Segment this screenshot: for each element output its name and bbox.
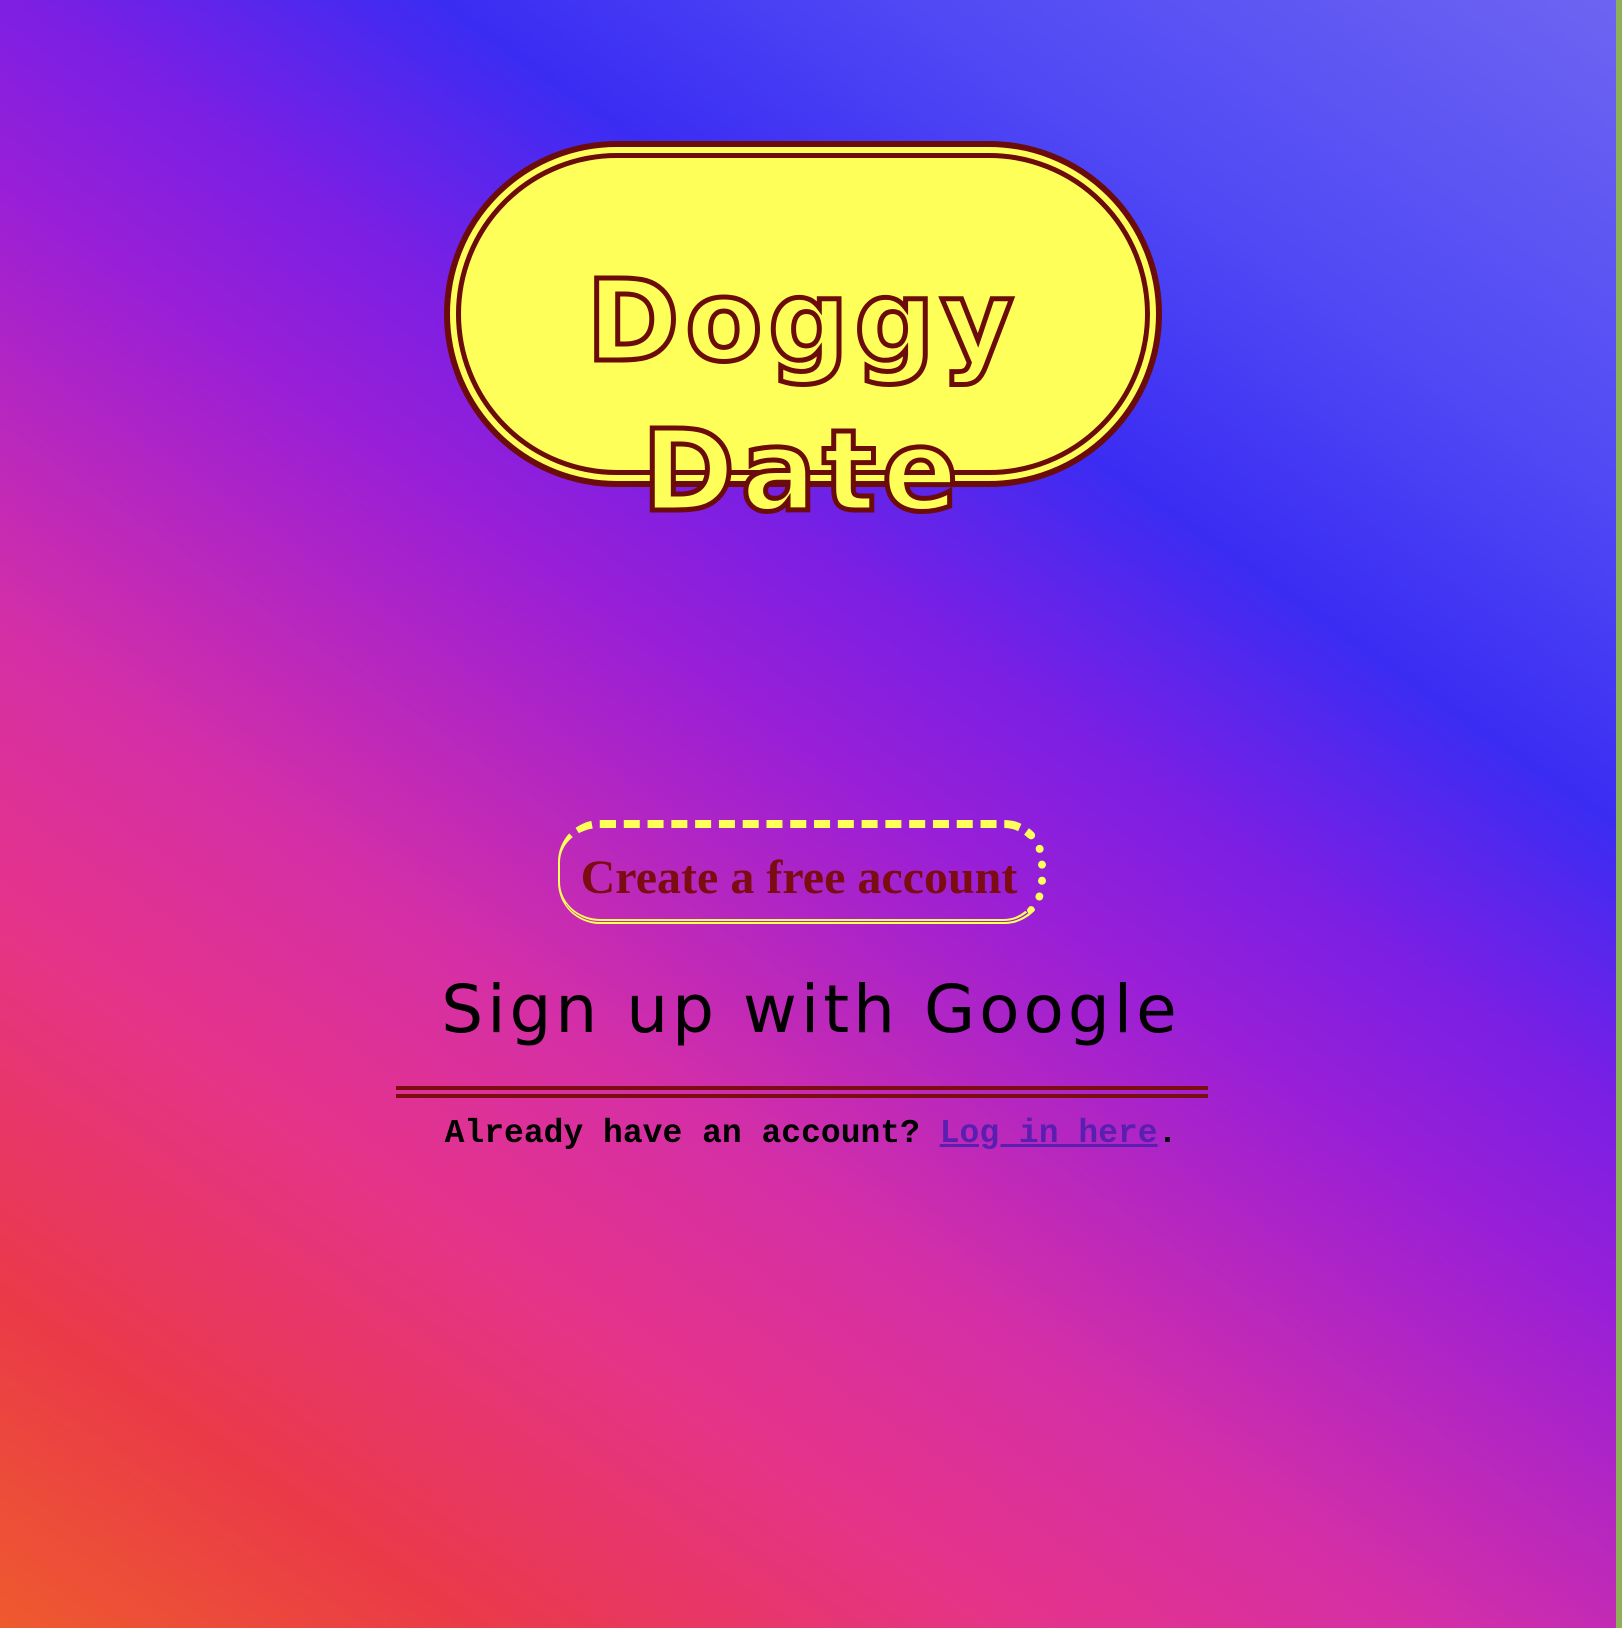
create-account-button[interactable]: Create a free account: [558, 820, 1046, 924]
login-prompt-line: Already have an account? Log in here.: [0, 1114, 1622, 1154]
window-edge: [1616, 0, 1622, 1628]
login-prompt-text: Already have an account?: [444, 1115, 920, 1152]
login-link[interactable]: Log in here: [940, 1115, 1158, 1152]
logo-title: Doggy Date: [584, 255, 1020, 540]
logo-badge: Doggy Date: [444, 141, 1162, 540]
divider: [396, 1086, 1208, 1098]
login-suffix: .: [1157, 1115, 1178, 1152]
google-signup-link[interactable]: Sign up with Google: [0, 970, 1622, 1050]
create-account-label: Create a free account: [580, 851, 1018, 904]
